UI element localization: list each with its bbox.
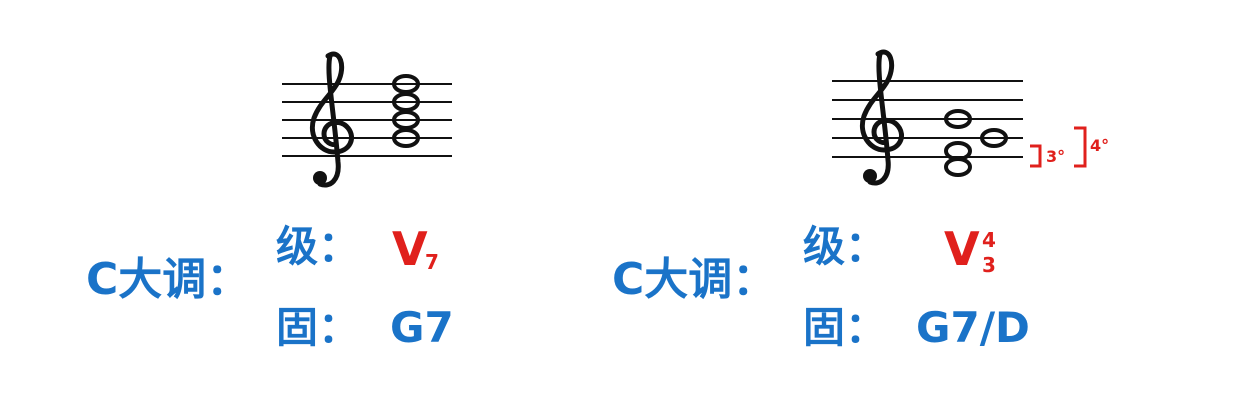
chord-name-left: G7	[390, 303, 454, 352]
chord-notes-left	[392, 74, 420, 148]
treble-clef-icon	[860, 49, 904, 186]
key-label-right: C大调：	[612, 254, 777, 305]
staff-left	[282, 83, 452, 157]
root-label-right: 固：	[803, 303, 888, 352]
chord-name-right: G7/D	[916, 303, 1030, 352]
interval-lower-label: 3°	[1046, 147, 1066, 166]
music-notation	[282, 49, 1087, 188]
interval-upper-label: 4°	[1090, 136, 1110, 155]
root-label-left: 固：	[276, 303, 361, 352]
degree-numeral-left: V	[392, 222, 428, 276]
degree-label-right: 级：	[803, 222, 888, 271]
degree-figure-left: 7	[425, 250, 439, 274]
chord-notes-right	[944, 109, 1008, 177]
degree-numeral-right: V	[944, 222, 980, 276]
diagram-canvas: 3° 4° C大调： 级： V 7 固： G7 C大调： 级： V 4 3 固：…	[0, 0, 1246, 408]
degree-figure-bottom-right: 3	[982, 253, 996, 277]
degree-figure-top-right: 4	[982, 228, 996, 252]
degree-label-left: 级：	[276, 222, 361, 271]
key-label-left: C大调：	[86, 254, 251, 305]
